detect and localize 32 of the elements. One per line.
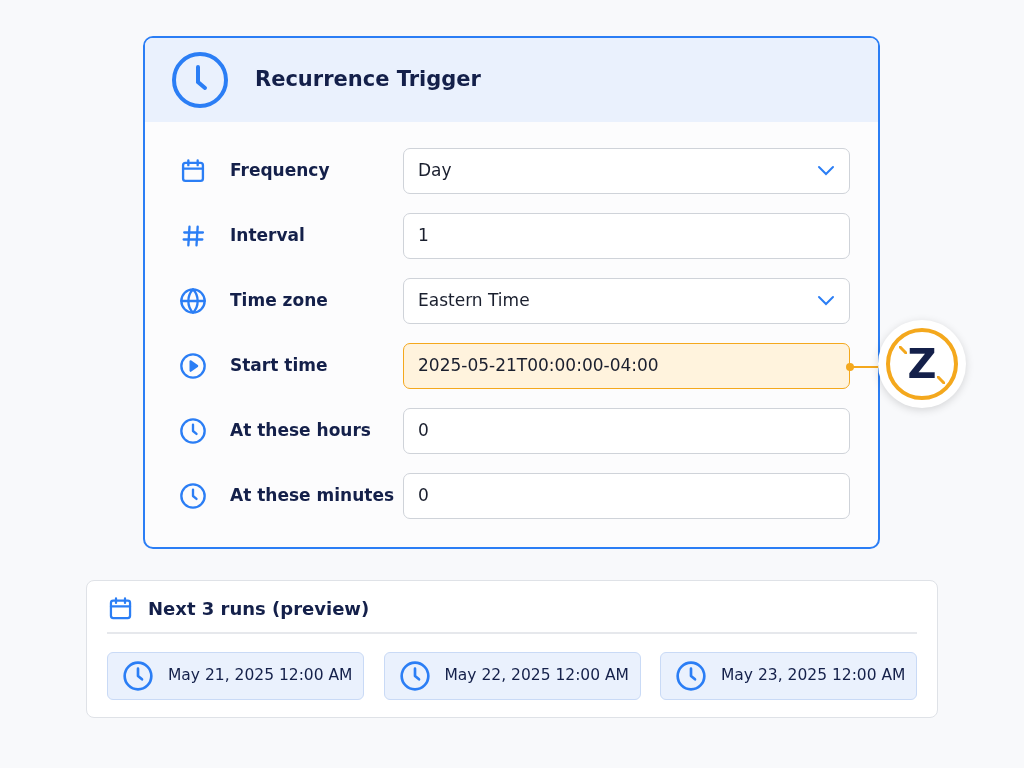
chevron-down-icon [817, 295, 835, 307]
field-label: Frequency [230, 159, 331, 183]
card-title: Recurrence Trigger [255, 66, 481, 94]
input-field[interactable]: 1 [403, 213, 850, 259]
logo-badge: Z [878, 320, 966, 408]
play-icon [179, 352, 207, 380]
preview-title: Next 3 runs (preview) [148, 597, 370, 621]
globe-icon [179, 287, 207, 315]
calendar-icon [107, 595, 134, 622]
calendar-icon [179, 157, 207, 185]
run-time: May 21, 2025 12:00 AM [168, 665, 353, 687]
slash-icon [899, 346, 907, 354]
field-label: Start time [230, 354, 329, 378]
field-label: At these hours [230, 419, 372, 443]
run-time: May 23, 2025 12:00 AM [721, 665, 906, 687]
input-field[interactable]: 0 [403, 473, 850, 519]
select-field[interactable]: Eastern Time [403, 278, 850, 324]
field-label: Time zone [230, 289, 329, 313]
select-field[interactable]: Day [403, 148, 850, 194]
chevron-down-icon [817, 165, 835, 177]
clock-icon [179, 482, 207, 510]
slash-icon [937, 376, 945, 384]
input-field[interactable]: 2025-05-21T00:00:00-04:00 [403, 343, 850, 389]
field-label: At these minutes [230, 484, 396, 508]
clock-icon [171, 51, 229, 109]
run-time: May 22, 2025 12:00 AM [444, 665, 629, 687]
input-field[interactable]: 0 [403, 408, 850, 454]
clock-icon [122, 660, 154, 692]
field-label: Interval [230, 224, 306, 248]
clock-icon [179, 417, 207, 445]
clock-icon [398, 660, 431, 692]
clock-icon [675, 660, 707, 692]
